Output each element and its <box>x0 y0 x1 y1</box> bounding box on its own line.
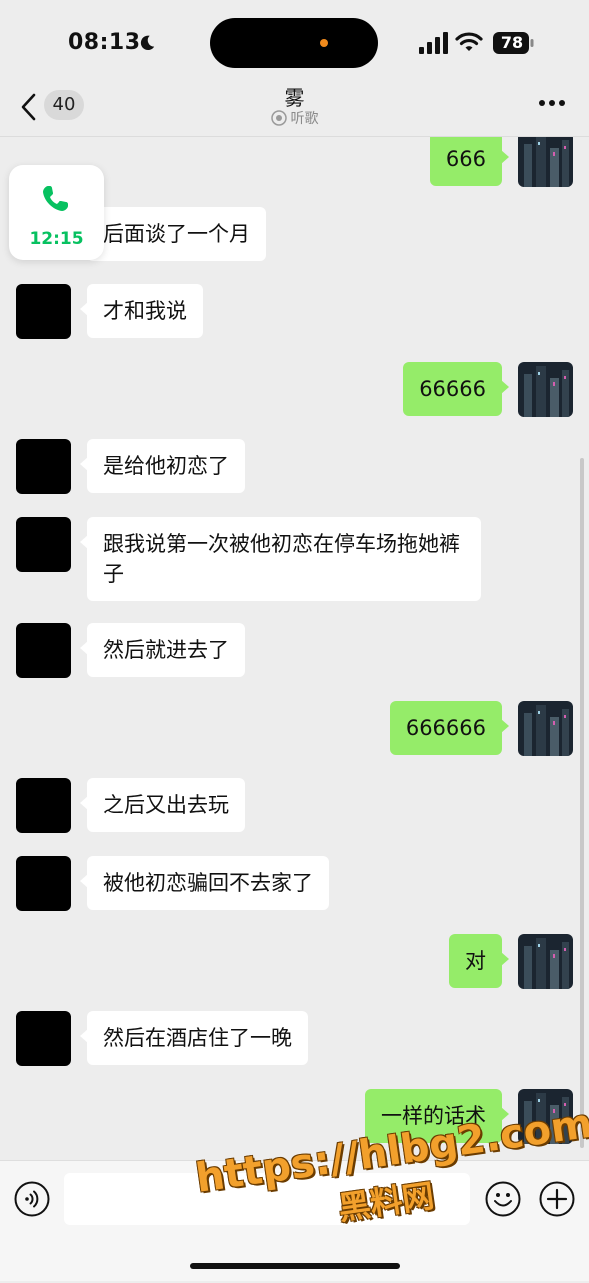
chat-status-label: 听歌 <box>290 111 319 127</box>
my-avatar[interactable] <box>518 1089 573 1144</box>
phone-icon <box>43 186 68 211</box>
sent-message-bubble[interactable]: 66666 <box>403 362 509 416</box>
contact-avatar[interactable] <box>16 439 71 494</box>
my-avatar[interactable] <box>518 934 573 989</box>
chat-title[interactable]: 雾 <box>0 82 589 111</box>
emoji-icon[interactable] <box>485 1181 521 1217</box>
contact-avatar[interactable] <box>16 1011 71 1066</box>
ongoing-call-widget[interactable]: 12:15 <box>9 165 104 260</box>
chat-header: 40 雾 听歌 <box>0 80 589 137</box>
contact-avatar[interactable] <box>16 623 71 678</box>
contact-avatar[interactable] <box>16 778 71 833</box>
received-message-bubble[interactable]: 被他初恋骗回不去家了 <box>80 856 329 910</box>
voice-icon[interactable] <box>14 1181 50 1217</box>
moon-icon <box>140 35 155 51</box>
plus-icon[interactable] <box>539 1181 575 1217</box>
message-input[interactable] <box>64 1173 470 1225</box>
sent-message-bubble[interactable]: 666 <box>429 137 510 186</box>
received-message-bubble[interactable]: 之后又出去玩 <box>80 778 245 832</box>
call-duration: 12:15 <box>29 229 84 249</box>
contact-avatar[interactable] <box>16 517 71 572</box>
received-message-bubble[interactable]: 然后就进去了 <box>80 623 245 677</box>
my-avatar[interactable] <box>518 701 573 756</box>
received-message-bubble[interactable]: 是给他初恋了 <box>80 439 245 493</box>
received-message-bubble[interactable]: 后面谈了一个月 <box>80 207 266 261</box>
battery-level: 78 <box>500 33 524 52</box>
input-bar <box>0 1160 589 1281</box>
chat-scrollbar[interactable] <box>580 458 584 1148</box>
sent-message-bubble[interactable]: 对 <box>449 934 509 988</box>
signal-icon <box>419 32 448 54</box>
dynamic-island <box>210 18 378 68</box>
sent-message-bubble[interactable]: 一样的话术 <box>365 1089 509 1143</box>
message-list[interactable]: 666 后面谈了一个月 才和我说 66666 是给他初恋了 跟我说第一次被他初恋… <box>0 137 589 1159</box>
home-indicator[interactable] <box>190 1263 400 1269</box>
contact-avatar[interactable] <box>16 284 71 339</box>
listen-icon <box>270 110 287 126</box>
privacy-indicator-dot <box>320 39 328 47</box>
my-avatar[interactable] <box>518 362 573 417</box>
wifi-icon <box>455 32 483 51</box>
status-bar: 08:13 78 <box>0 0 589 88</box>
status-time: 08:13 <box>68 30 141 55</box>
received-message-bubble[interactable]: 然后在酒店住了一晚 <box>80 1011 308 1065</box>
sent-message-bubble[interactable]: 666666 <box>389 701 510 755</box>
more-icon[interactable] <box>538 98 566 108</box>
contact-avatar[interactable] <box>16 856 71 911</box>
chat-status: 听歌 <box>0 108 589 128</box>
received-message-bubble[interactable]: 跟我说第一次被他初恋在停车场拖她裤子 <box>80 517 481 601</box>
my-avatar[interactable] <box>518 137 573 187</box>
received-message-bubble[interactable]: 才和我说 <box>80 284 203 338</box>
